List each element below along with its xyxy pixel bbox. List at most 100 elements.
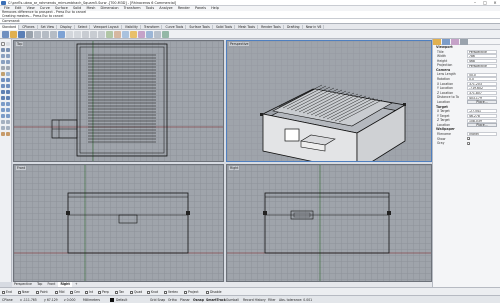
circle-icon[interactable]	[6, 54, 10, 58]
viewport-label-top[interactable]: Top	[16, 42, 24, 46]
record-history-toggle[interactable]: Record History	[243, 298, 266, 302]
new-file-icon[interactable]	[2, 31, 9, 38]
ortho-toggle[interactable]: Ortho	[168, 298, 177, 302]
mirror-icon[interactable]	[6, 114, 10, 118]
fillet-icon[interactable]	[6, 72, 10, 76]
line-icon[interactable]	[1, 48, 5, 52]
zoom-icon[interactable]	[82, 31, 89, 38]
checkbox-icon[interactable]	[36, 290, 39, 294]
grid-snap-toggle[interactable]: Grid Snap	[150, 298, 165, 302]
sphere-icon[interactable]	[6, 90, 10, 94]
osnap-point[interactable]: Point	[36, 290, 48, 294]
cut-icon[interactable]	[34, 31, 41, 38]
viewport-right[interactable]: Right	[226, 164, 432, 282]
checkbox-icon[interactable]	[18, 290, 21, 294]
checkbox-icon[interactable]	[98, 290, 101, 294]
copy-object-icon[interactable]	[1, 108, 5, 112]
text-icon[interactable]	[1, 72, 5, 76]
dimension-icon[interactable]	[1, 132, 5, 136]
osnap-disable[interactable]: Disable	[206, 290, 221, 294]
viewport-front[interactable]: Front	[13, 164, 224, 282]
help-tab-icon[interactable]	[460, 39, 469, 45]
lights-icon[interactable]	[130, 31, 137, 38]
cplane-label[interactable]: CPlane	[2, 298, 13, 302]
loft-icon[interactable]	[6, 78, 10, 82]
viewport-icon[interactable]	[114, 31, 121, 38]
checkbox-icon[interactable]	[164, 290, 167, 294]
surface-icon[interactable]	[1, 78, 5, 82]
zoom-extents-icon[interactable]	[98, 31, 105, 38]
osnap-knot[interactable]: Knot	[147, 290, 158, 294]
osnap-quad[interactable]: Quad	[130, 290, 142, 294]
filter-toggle[interactable]: Filter	[268, 298, 276, 302]
polygon-icon[interactable]	[6, 66, 10, 70]
viewport-label-right[interactable]: Right	[229, 166, 240, 170]
projection-select[interactable]: Perspective	[467, 63, 497, 68]
wallpaper-gray-checkbox[interactable]: ✓	[467, 141, 471, 145]
scale-icon[interactable]	[1, 114, 5, 118]
osnap-int[interactable]: Int	[85, 290, 93, 294]
ellipse-icon[interactable]	[6, 60, 10, 64]
curve-icon[interactable]	[1, 54, 5, 58]
undo-icon[interactable]	[58, 31, 65, 38]
trim-icon[interactable]	[1, 120, 5, 124]
pan-icon[interactable]	[66, 31, 73, 38]
viewport-perspective[interactable]: Perspective	[226, 40, 432, 162]
checkbox-icon[interactable]	[115, 290, 118, 294]
explode-icon[interactable]	[6, 126, 10, 130]
checkbox-icon[interactable]	[55, 290, 58, 294]
select-icon[interactable]	[106, 31, 113, 38]
osnap-vertex[interactable]: Vertex	[164, 290, 178, 294]
rotate-view-icon[interactable]	[74, 31, 81, 38]
wallpaper-show-checkbox[interactable]: ✓	[467, 137, 471, 141]
join-icon[interactable]	[1, 126, 5, 130]
osnap-cen[interactable]: Cen	[70, 290, 80, 294]
point-icon[interactable]	[6, 42, 10, 46]
smarttrack-toggle[interactable]: SmartTrack	[206, 298, 226, 302]
osnap-project[interactable]: Project	[184, 290, 199, 294]
paste-icon[interactable]	[50, 31, 57, 38]
zoom-window-icon[interactable]	[90, 31, 97, 38]
viewport-label-perspective[interactable]: Perspective	[229, 42, 250, 46]
arc-icon[interactable]	[1, 60, 5, 64]
select-arrow-icon[interactable]	[1, 42, 5, 46]
material-icon[interactable]	[138, 31, 145, 38]
checkbox-icon[interactable]	[206, 290, 209, 294]
osnap-near[interactable]: Near	[18, 290, 29, 294]
checkbox-icon[interactable]	[2, 290, 5, 294]
move-icon[interactable]	[6, 102, 10, 106]
polyline-icon[interactable]	[6, 48, 10, 52]
open-file-icon[interactable]	[10, 31, 17, 38]
extrude-icon[interactable]	[1, 84, 5, 88]
osnap-perp[interactable]: Perp	[98, 290, 109, 294]
checkbox-icon[interactable]	[147, 290, 150, 294]
options-icon[interactable]	[154, 31, 161, 38]
osnap-mid[interactable]: Mid	[55, 290, 65, 294]
render-icon[interactable]	[146, 31, 153, 38]
checkbox-icon[interactable]	[70, 290, 73, 294]
checkbox-icon[interactable]	[85, 290, 88, 294]
rectangle-icon[interactable]	[1, 66, 5, 70]
checkbox-icon[interactable]	[184, 290, 187, 294]
analyze-icon[interactable]	[6, 132, 10, 136]
box-icon[interactable]	[1, 90, 5, 94]
rotate-icon[interactable]	[6, 108, 10, 112]
layers-icon[interactable]	[122, 31, 129, 38]
osnap-end[interactable]: End	[2, 290, 12, 294]
help-icon[interactable]	[162, 31, 169, 38]
viewport-label-front[interactable]: Front	[16, 166, 27, 170]
gumball-toggle[interactable]: Gumball	[226, 298, 239, 302]
target-place-button[interactable]: Place...	[467, 123, 497, 128]
osnap-toggle[interactable]: Osnap	[193, 298, 204, 302]
viewport-top[interactable]: Top	[13, 40, 224, 162]
mesh-icon[interactable]	[1, 102, 5, 106]
split-icon[interactable]	[6, 120, 10, 124]
checkbox-icon[interactable]	[130, 290, 133, 294]
print-icon[interactable]	[26, 31, 33, 38]
revolve-icon[interactable]	[6, 84, 10, 88]
layer-label[interactable]: Default	[116, 298, 127, 302]
units-label[interactable]: Millimeters	[83, 298, 100, 302]
osnap-tan[interactable]: Tan	[115, 290, 124, 294]
copy-icon[interactable]	[42, 31, 49, 38]
planar-toggle[interactable]: Planar	[180, 298, 190, 302]
